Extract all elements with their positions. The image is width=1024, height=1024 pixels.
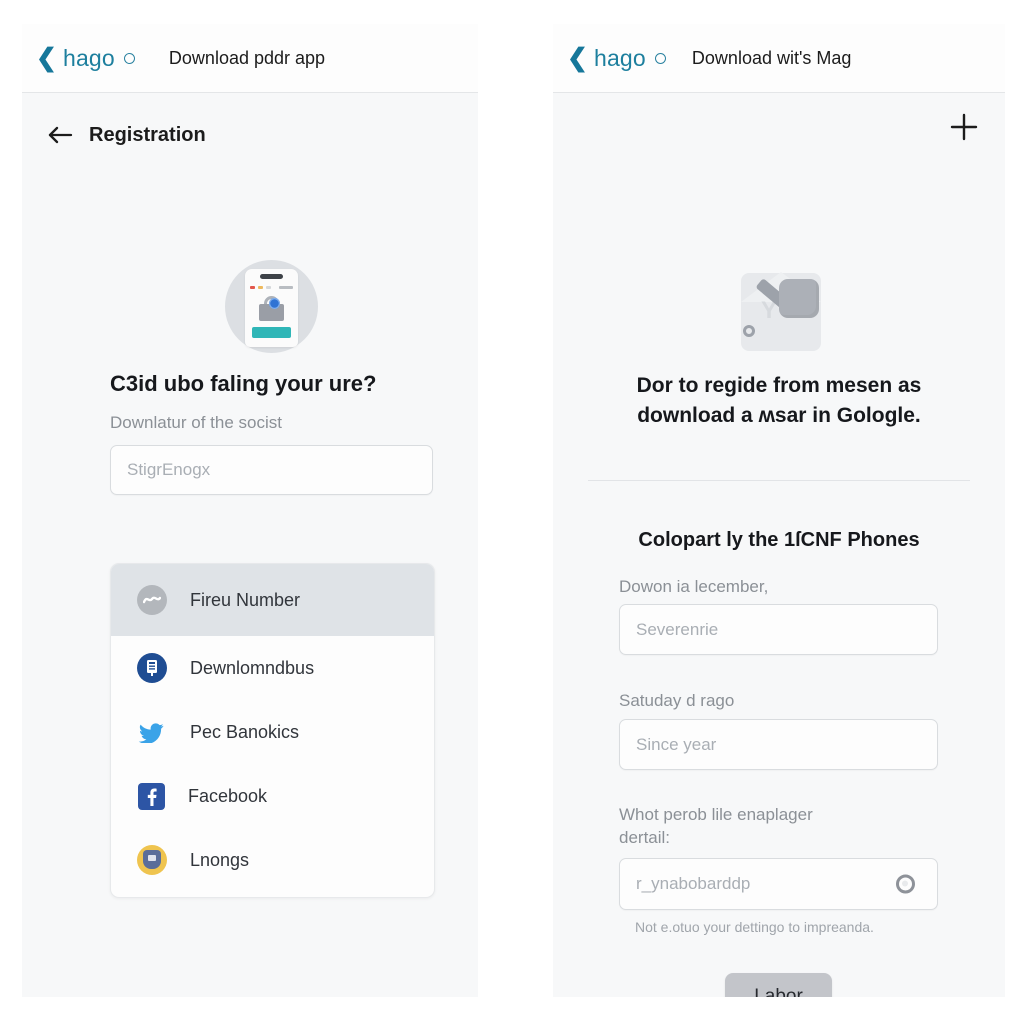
- list-item-label: Pec Banokics: [190, 721, 300, 742]
- key-tooth-shape: [743, 325, 755, 337]
- brand-label: hago: [593, 44, 646, 71]
- password-input[interactable]: r_ynabobarddp: [619, 858, 938, 910]
- teal-accent-bar: [252, 327, 291, 338]
- section-divider: [588, 480, 970, 481]
- list-item-dewnlomndbus[interactable]: Dewnlomndbus: [111, 636, 434, 700]
- eye-visibility-icon[interactable]: [896, 874, 915, 894]
- phone-notch-shape: [260, 274, 283, 279]
- window-dots-icon: [250, 286, 271, 289]
- list-item-label: Lnongs: [190, 849, 250, 870]
- facebook-icon: [138, 782, 165, 810]
- left-subtitle: Downlatur of the socist: [110, 413, 282, 432]
- right-phone-panel: ❮ hago Download wit's Mag Y Dor to regid…: [553, 24, 1005, 997]
- left-phone-panel: ❮ hago Download pddr app Registration C3…: [22, 24, 478, 997]
- field-label-1: Dowon ia lecember,: [619, 577, 769, 596]
- list-item-pec-banokics[interactable]: Pec Banokics: [111, 700, 434, 764]
- field-input-1-placeholder: Severenrie: [636, 619, 719, 639]
- brand-label: hago: [62, 44, 115, 71]
- right-heading: Dor to regide from mesen as download a ʍ…: [553, 371, 1005, 431]
- field-input-1[interactable]: Severenrie: [619, 604, 938, 655]
- chevron-left-icon[interactable]: ❮: [36, 45, 57, 71]
- submit-button[interactable]: Labor: [725, 973, 832, 997]
- password-field-label: Whot perob lile enaplager dertail:: [619, 804, 813, 850]
- list-item-lnongs[interactable]: Lnongs: [111, 828, 434, 892]
- list-item-label: Facebook: [188, 785, 268, 806]
- field-input-2-placeholder: Since year: [636, 734, 717, 754]
- field-label-2: Satuday d rago: [619, 691, 735, 710]
- brand-back-link[interactable]: ❮ hago: [567, 45, 666, 72]
- left-heading: C3id ubo faling your ure?: [110, 371, 377, 396]
- brand-back-link[interactable]: ❮ hago: [36, 45, 135, 72]
- registration-subbar: Registration: [22, 115, 478, 155]
- list-item-label: Fireu Number: [190, 589, 301, 610]
- provider-option-list: Fireu Number Dewnlomndbus Pec Banokics F…: [110, 563, 435, 898]
- search-input[interactable]: StigrEnogx: [110, 445, 433, 495]
- right-heading-line2: download a ʍsar in Gologle.: [637, 403, 921, 427]
- password-field-label-line1: Whot perob lile enaplager: [619, 805, 813, 824]
- circle-outline-icon: [123, 52, 135, 64]
- bank-circle-icon: [137, 653, 167, 683]
- browser-card-shape: [245, 269, 298, 347]
- browser-lock-globe-illustration: [225, 260, 318, 353]
- wave-circle-icon: [137, 585, 167, 615]
- left-panel-header: ❮ hago Download pddr app: [22, 24, 478, 93]
- chrome-shield-icon: [137, 845, 167, 875]
- bird-icon: [137, 717, 167, 747]
- left-panel-body: Registration C3id ubo faling your ure? D…: [22, 93, 478, 997]
- page-title: Download pddr app: [168, 47, 326, 68]
- right-panel-body: Y Dor to regide from mesen as download a…: [553, 93, 1005, 997]
- section-title: Registration: [89, 123, 206, 146]
- section-heading: Colopart ly the 1ſCNF Phones: [638, 529, 920, 551]
- password-helper-text: Not e.otuo your dettingo to impreanda.: [635, 919, 874, 935]
- list-item-facebook[interactable]: Facebook: [111, 764, 434, 828]
- right-heading-line1: Dor to regide from mesen as: [636, 374, 922, 397]
- screenshot-stage: ❮ hago Download pddr app Registration C3…: [0, 0, 1024, 1024]
- right-panel-header: ❮ hago Download wit's Mag: [553, 24, 1005, 93]
- field-input-2[interactable]: Since year: [619, 719, 938, 770]
- password-field-label-line2: dertail:: [619, 827, 671, 847]
- chevron-left-icon[interactable]: ❮: [567, 45, 588, 71]
- envelope-key-illustration: Y: [735, 261, 829, 353]
- arrow-left-icon[interactable]: [47, 123, 77, 147]
- globe-icon: [269, 298, 280, 309]
- list-item-fireu-number[interactable]: Fireu Number: [111, 564, 434, 636]
- list-item-label: Dewnlomndbus: [190, 657, 315, 678]
- plus-icon[interactable]: [947, 110, 981, 144]
- page-title: Download wit's Mag: [691, 47, 852, 68]
- password-input-placeholder: r_ynabobarddp: [636, 874, 751, 893]
- search-input-placeholder: StigrEnogx: [127, 460, 211, 479]
- key-head-shape: [779, 279, 819, 318]
- circle-outline-icon: [654, 52, 666, 64]
- address-bar-shape: [279, 286, 293, 289]
